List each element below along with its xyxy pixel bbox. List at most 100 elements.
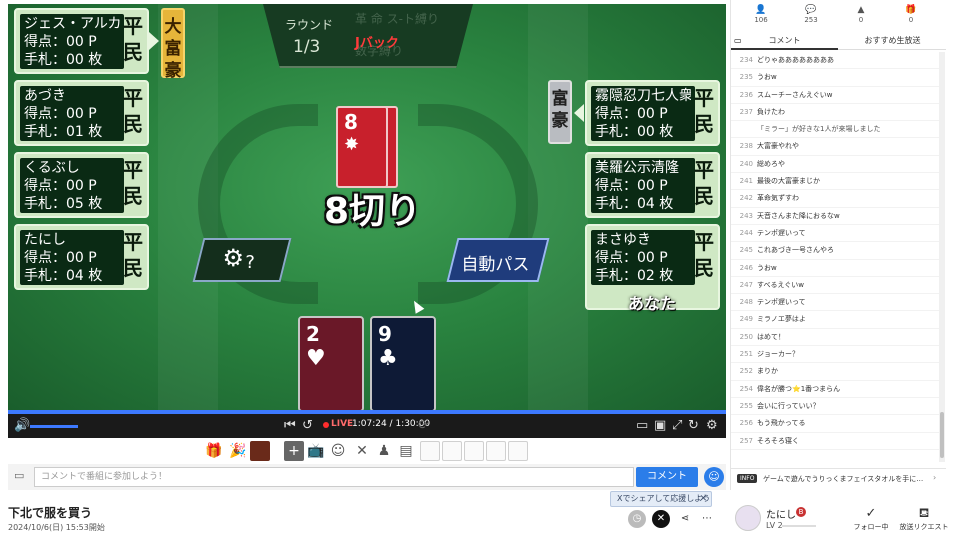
comment-row[interactable]: 251 ジョーカー？ <box>731 346 939 364</box>
empty-slot[interactable] <box>508 441 528 461</box>
player-hand-count: 手札：04 枚 <box>595 196 674 212</box>
check-icon: ✓ <box>865 506 877 521</box>
comment-row[interactable]: 242 革命気ずすわ <box>731 190 939 208</box>
empty-slot[interactable] <box>464 441 484 461</box>
sync-icon[interactable]: ⟳ <box>418 418 429 433</box>
comment-row[interactable]: 236 スムーチーさんえぐいw <box>731 87 939 104</box>
ad-count[interactable]: ▲ 0 <box>841 4 881 24</box>
comment-text: 会いに行っていい？ <box>757 401 820 410</box>
person-icon[interactable]: ♟ <box>374 441 394 461</box>
empty-slot[interactable] <box>420 441 440 461</box>
comment-scrollbar[interactable] <box>939 52 945 462</box>
comment-row[interactable]: 243 天音さんまた降におるなw <box>731 208 939 225</box>
game-canvas[interactable]: ラウンド 1/3 革 命 ス-ト縛り 数字縛り Jバック ジェス・アルカー 得点… <box>8 4 726 410</box>
comment-number: 248 <box>739 298 753 307</box>
help-question-mark: ? <box>245 252 255 273</box>
comment-submit-button[interactable]: コメント <box>636 467 698 487</box>
close-icon[interactable]: ✕ <box>699 492 707 506</box>
player-score: 得点：00 P <box>24 34 97 50</box>
comment-row[interactable]: 249 ミラノエ夢はよ <box>731 311 939 329</box>
comment-number: 251 <box>739 350 753 359</box>
skip-back-icon[interactable]: ⏮ <box>284 418 296 433</box>
add-icon[interactable]: + <box>284 441 304 461</box>
player-rank: 平民 <box>694 86 714 136</box>
viewer-count-value: 106 <box>754 16 768 24</box>
settings-button[interactable]: ⚙ ? <box>192 238 292 282</box>
gift-icon[interactable]: 🎁 <box>204 441 224 461</box>
player-name: あづき <box>24 88 66 104</box>
comment-row[interactable]: 244 テンポ遅いって <box>731 225 939 243</box>
tab-comment[interactable]: コメント <box>731 32 838 50</box>
ad-count-value: 0 <box>858 16 864 24</box>
chevron-right-icon[interactable]: › <box>933 473 936 482</box>
hand-card-1[interactable]: 9 ♣ <box>370 316 436 410</box>
comment-row[interactable]: 252 まりか <box>731 363 939 381</box>
scrollbar-thumb[interactable] <box>940 412 944 458</box>
auto-pass-button[interactable]: 自動パス <box>446 238 550 282</box>
comment-text: まりか <box>757 367 778 376</box>
reload-icon[interactable]: ↻ <box>688 418 699 433</box>
comment-row[interactable]: 240 総めろや <box>731 156 939 174</box>
streamer-avatar[interactable] <box>735 505 761 531</box>
settings-gear-icon[interactable]: ⚙ <box>706 418 718 433</box>
gear-icon: ⚙ <box>222 244 245 272</box>
comment-row[interactable]: 246 うおw <box>731 260 939 277</box>
x-share-icon[interactable]: ✕ <box>652 510 670 528</box>
comment-text: 最後の大富豪まじか <box>757 177 820 186</box>
comment-row[interactable]: 「ミラー」が好きな1人が来場しました <box>731 121 939 139</box>
comment-sidebar: 👤 106 💬 253 ▲ 0 🎁 0 ▭ コメント おすすめ生放送 234 どりゃあああ… <box>730 0 946 490</box>
robot-icon[interactable]: ☺ <box>328 441 348 461</box>
empty-slot[interactable] <box>442 441 462 461</box>
twitter-icon[interactable]: ✕ <box>352 441 372 461</box>
volume-slider[interactable] <box>30 425 78 428</box>
rewind-icon[interactable]: ↺ <box>302 418 313 433</box>
comment-row[interactable]: 255 会いに行っていい？ <box>731 398 939 416</box>
comment-row[interactable]: 238 大富豪やれや <box>731 138 939 156</box>
comment-row[interactable]: 245 これあづき一号さんやろ <box>731 242 939 260</box>
more-icon[interactable]: ⋯ <box>698 510 716 528</box>
comment-row[interactable]: 257 そろそろ寝く <box>731 433 939 450</box>
comment-row[interactable]: 247 すべるえぐいw <box>731 277 939 295</box>
comment-row[interactable]: 254 偉名が勝つ⭐1番つまらん <box>731 381 939 398</box>
clock-icon[interactable]: ◷ <box>628 510 646 528</box>
emoji-icon[interactable]: ☺ <box>704 467 724 487</box>
player-info: ジェス・アルカー 得点：00 P 手札：00 枚 <box>20 14 124 69</box>
comment-row[interactable]: 248 テンポ遅いって <box>731 294 939 312</box>
gift-count[interactable]: 🎁 0 <box>891 4 931 24</box>
share-icon[interactable]: ⋖ <box>676 510 694 528</box>
newspaper-icon[interactable]: ▤ <box>396 441 416 461</box>
comment-toggle-icon[interactable]: ▭ <box>636 418 648 433</box>
tab-recommend[interactable]: おすすめ生放送 <box>839 32 946 50</box>
tv-icon[interactable]: 📺 <box>306 441 326 461</box>
comment-text: 天音さんまた降におるなw <box>757 211 840 220</box>
stream-title: 下北で服を買う <box>8 506 93 520</box>
comment-row[interactable]: 234 どりゃああああああああ <box>731 52 939 70</box>
comment-number: 247 <box>739 280 753 289</box>
comment-row[interactable]: 256 もう飛かってる <box>731 415 939 433</box>
follow-button[interactable]: ✓ フォロー中 <box>846 506 896 532</box>
comment-row[interactable]: 237 負けたわ <box>731 104 939 122</box>
comment-input[interactable]: コメントで番組に参加しよう！ <box>34 467 634 487</box>
hand-card-0[interactable]: 2 ♥ <box>298 316 364 410</box>
comment-row[interactable]: 235 うおw <box>731 69 939 87</box>
fullscreen-icon[interactable]: ⤢ <box>672 418 682 433</box>
comment-list[interactable]: 234 どりゃああああああああ 235 うおw 236 スムーチーさんえぐいw 237 負けた… <box>731 52 939 462</box>
comment-row[interactable]: 250 はめて！ <box>731 329 939 347</box>
player-box-right-1: 美羅公示清隆 得点：00 P 手札：04 枚 平民 <box>585 152 720 218</box>
comment-count-value: 253 <box>804 16 818 24</box>
cracker-icon[interactable]: 🎉 <box>228 441 248 461</box>
game-thumbnail-icon[interactable] <box>250 441 270 461</box>
streamer-name[interactable]: たにし <box>766 506 796 521</box>
player-hand-count: 手札：00 枚 <box>24 52 103 68</box>
eight-cut-label: 8切り <box>324 191 422 232</box>
comment-row[interactable]: 241 最後の大富豪まじか <box>731 173 939 191</box>
comment-number: 236 <box>739 90 753 99</box>
comment-number: 250 <box>739 332 753 341</box>
quality-icon[interactable]: ▣ <box>654 418 666 433</box>
volume-icon[interactable]: 🔊 <box>14 418 30 433</box>
comment-number: 244 <box>739 228 753 237</box>
info-bar[interactable]: INFO ゲームで遊んでうりっくまフェイスタオルを手に… › <box>731 468 946 488</box>
empty-slot[interactable] <box>486 441 506 461</box>
card-number: 9 <box>378 322 392 346</box>
broadcast-request-button[interactable]: ⛾ 放送リクエスト <box>896 506 952 532</box>
